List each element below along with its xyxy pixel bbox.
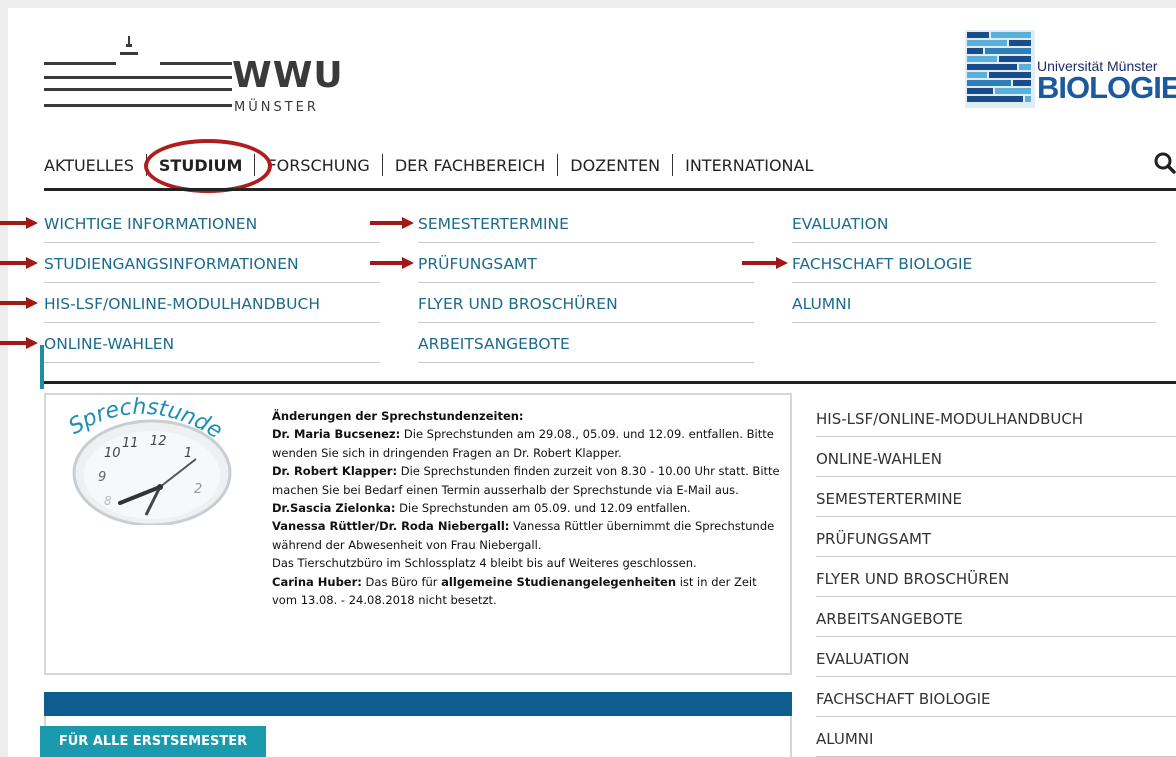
svg-text:1: 1: [184, 446, 192, 461]
submenu-alumni[interactable]: ALUMNI: [792, 283, 1156, 323]
sidebar-item-evaluation[interactable]: EVALUATION: [816, 637, 1176, 677]
entry-name: Dr. Maria Bucsenez:: [272, 427, 401, 442]
nav-international[interactable]: INTERNATIONAL: [685, 156, 813, 175]
sidebar-item-his-lsf[interactable]: HIS-LSF/ONLINE-MODULHANDBUCH: [816, 397, 1176, 437]
nav-dozenten[interactable]: DOZENTEN: [570, 156, 660, 175]
submenu-online-wahlen[interactable]: ONLINE-WAHLEN: [44, 323, 380, 363]
entry-text: Die Sprechstunden am 05.09. und 12.09 en…: [395, 501, 691, 516]
sidebar-item-semestertermine[interactable]: SEMESTERTERMINE: [816, 477, 1176, 517]
nav-separator: [672, 154, 674, 176]
svg-text:8: 8: [104, 494, 112, 508]
content-divider: [44, 381, 1176, 384]
sprechstunde-text: Änderungen der Sprechstundenzeiten: Dr. …: [272, 407, 784, 609]
nav-aktuelles[interactable]: AKTUELLES: [44, 156, 134, 175]
section-header-bar: [44, 692, 792, 716]
annotation-circle: [144, 139, 272, 193]
entry-name: Dr.Sascia Zielonka:: [272, 501, 396, 516]
submenu-wichtige-informationen[interactable]: WICHTIGE INFORMATIONEN: [44, 203, 380, 243]
svg-text:9: 9: [98, 470, 106, 485]
entry-text: Das Büro für: [361, 574, 442, 589]
svg-text:11: 11: [122, 436, 139, 451]
biologie-logo-icon: [965, 30, 1035, 108]
erstsemester-button[interactable]: FÜR ALLE ERSTSEMESTER: [40, 726, 266, 757]
nav-divider: [44, 188, 1176, 191]
nav-forschung[interactable]: FORSCHUNG: [267, 156, 369, 175]
biologie-title: BIOLOGIE: [1037, 70, 1176, 105]
sidebar-item-fachschaft[interactable]: FACHSCHAFT BIOLOGIE: [816, 677, 1176, 717]
arrow-annotation: [0, 217, 38, 229]
arrow-annotation: [370, 257, 414, 269]
submenu-his-lsf[interactable]: HIS-LSF/ONLINE-MODULHANDBUCH: [44, 283, 380, 323]
arrow-annotation: [370, 217, 414, 229]
svg-text:2: 2: [194, 482, 202, 497]
entry-text: Das Tierschutzbüro im Schlossplatz 4 ble…: [272, 556, 697, 571]
entry-name: Dr. Robert Klapper:: [272, 464, 398, 479]
arrow-annotation: [0, 297, 38, 309]
entry-emphasis: allgemeine Studienangelegenheiten: [441, 574, 677, 589]
sidebar-item-alumni[interactable]: ALUMNI: [816, 717, 1176, 757]
sidebar-item-arbeitsangebote[interactable]: ARBEITSANGEBOTE: [816, 597, 1176, 637]
submenu-arbeitsangebote[interactable]: ARBEITSANGEBOTE: [418, 323, 754, 363]
wwu-title: WWU: [232, 55, 344, 96]
sidebar-item-flyer[interactable]: FLYER UND BROSCHÜREN: [816, 557, 1176, 597]
submenu-fachschaft-biologie[interactable]: FACHSCHAFT BIOLOGIE: [792, 243, 1156, 283]
search-icon[interactable]: [1154, 151, 1176, 175]
nav-separator: [381, 154, 383, 176]
sprechstunde-clock-image: 11 12 10 9 1 2 8 Sprechstunde: [65, 395, 232, 525]
entry-name: Vanessa Rüttler/Dr. Roda Niebergall:: [272, 519, 510, 534]
svg-text:10: 10: [104, 446, 121, 461]
left-border: [0, 0, 8, 757]
nav-der-fachbereich[interactable]: DER FACHBEREICH: [395, 156, 545, 175]
submenu-pruefungsamt[interactable]: PRÜFUNGSAMT: [418, 243, 754, 283]
arrow-annotation: [0, 257, 38, 269]
arrow-annotation: [0, 337, 38, 349]
sidebar-item-pruefungsamt[interactable]: PRÜFUNGSAMT: [816, 517, 1176, 557]
submenu-studiengangsinformationen[interactable]: STUDIENGANGSINFORMATIONEN: [44, 243, 380, 283]
top-border: [0, 0, 1176, 8]
arrow-annotation: [742, 257, 788, 269]
submenu-semestertermine[interactable]: SEMESTERTERMINE: [418, 203, 754, 243]
biologie-logo[interactable]: Universität Münster BIOLOGIE: [965, 30, 1176, 110]
svg-text:12: 12: [150, 434, 167, 449]
submenu-evaluation[interactable]: EVALUATION: [792, 203, 1156, 243]
nav-separator: [557, 154, 559, 176]
sprechstunde-heading: Änderungen der Sprechstundenzeiten:: [272, 409, 524, 423]
submenu-flyer-und-broschueren[interactable]: FLYER UND BROSCHÜREN: [418, 283, 754, 323]
sprechstunde-box: 11 12 10 9 1 2 8 Sprechstunde Änderungen…: [44, 393, 792, 675]
entry-name: Carina Huber:: [272, 574, 362, 589]
wwu-subtitle: MÜNSTER: [234, 100, 319, 115]
sidebar-item-online-wahlen[interactable]: ONLINE-WAHLEN: [816, 437, 1176, 477]
